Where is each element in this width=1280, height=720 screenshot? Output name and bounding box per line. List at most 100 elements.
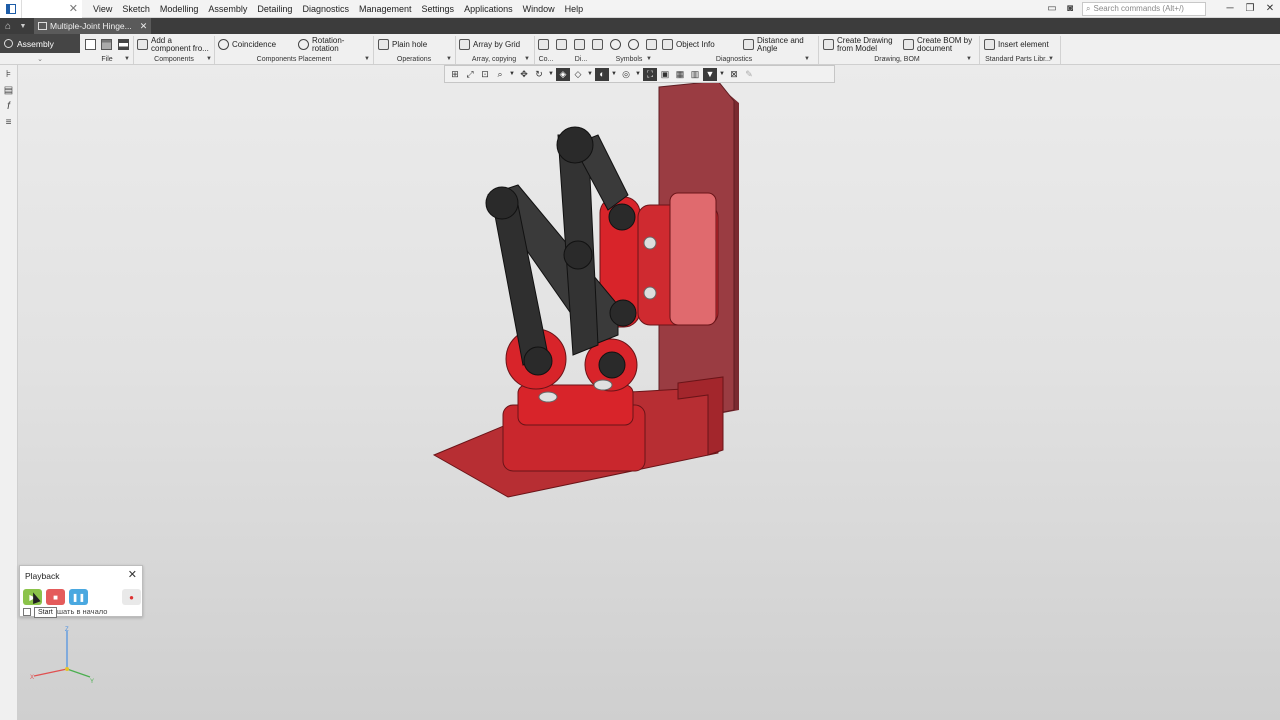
home-icon[interactable]: ⌂: [0, 18, 16, 34]
restore-button[interactable]: ❐: [1240, 0, 1260, 18]
symbol-tool-3[interactable]: [646, 36, 660, 53]
zoom-extents-icon[interactable]: ⤢: [463, 68, 477, 81]
insert-element-button[interactable]: Insert element: [984, 36, 1049, 53]
create-bom-button[interactable]: Create BOM by document: [903, 36, 977, 53]
display-tool-1[interactable]: [574, 36, 588, 53]
array-grid-button[interactable]: Array by Grid: [459, 36, 520, 53]
menu-diagnostics[interactable]: Diagnostics: [297, 0, 354, 18]
group-di[interactable]: Di...: [570, 54, 592, 64]
return-to-start-checkbox[interactable]: [23, 608, 31, 616]
section-icon[interactable]: ⛶: [643, 67, 657, 81]
minimize-button[interactable]: ─: [1220, 0, 1240, 18]
new-doc-button[interactable]: [85, 36, 99, 53]
fit-icon[interactable]: ▣: [658, 68, 672, 81]
chevron-down-icon: ▼: [646, 56, 652, 62]
shaded-view-icon[interactable]: ◈: [556, 67, 570, 81]
group-diagnostics[interactable]: Diagnostics ▼: [656, 54, 812, 64]
group-placement[interactable]: Components Placement ▼: [216, 54, 372, 64]
app-icon: [5, 3, 16, 14]
group-file[interactable]: File ▼: [82, 54, 132, 64]
chevron-down-icon[interactable]: ▼: [718, 68, 726, 81]
filter-icon[interactable]: ▥: [688, 68, 702, 81]
chevron-down-icon[interactable]: ▼: [610, 68, 618, 81]
chevron-down-icon[interactable]: ▼: [634, 68, 642, 81]
3d-viewport[interactable]: [18, 65, 1280, 720]
window-layout-icon[interactable]: ▭: [1044, 2, 1060, 16]
menu-sketch[interactable]: Sketch: [117, 0, 155, 18]
model-tree-icon[interactable]: ⊧: [4, 69, 14, 81]
layers-icon[interactable]: ≡: [4, 117, 14, 129]
expand-chevron-icon[interactable]: ⌄: [0, 53, 80, 65]
symbol-tool-2[interactable]: [628, 36, 642, 53]
display-mode-icon[interactable]: ◐: [595, 67, 609, 81]
object-info-button[interactable]: Object Info: [662, 36, 715, 53]
rotation-rotation-button[interactable]: Rotation-rotation: [298, 36, 358, 53]
plain-hole-button[interactable]: Plain hole: [378, 36, 427, 53]
group-operations[interactable]: Operations ▼: [374, 54, 454, 64]
insert-element-icon: [984, 39, 995, 50]
pencil-icon[interactable]: ✎: [742, 68, 756, 81]
camera-icon[interactable]: ◙: [1062, 2, 1078, 16]
group-symbols[interactable]: Symbols ▼: [604, 54, 654, 64]
pause-icon: ❚❚: [71, 592, 86, 602]
app-logo[interactable]: [0, 0, 22, 18]
save-button[interactable]: [118, 36, 132, 53]
coincidence-button[interactable]: Coincidence: [218, 36, 276, 53]
layers-view-icon[interactable]: ▦: [673, 68, 687, 81]
symbol-tool-1[interactable]: [610, 36, 624, 53]
mode-selector-button[interactable]: Assembly: [0, 34, 80, 53]
window-close-button[interactable]: ✕: [1260, 0, 1280, 18]
close-icon[interactable]: ✕: [69, 2, 78, 15]
tab-close-icon[interactable]: ✕: [140, 21, 148, 32]
view-settings-icon[interactable]: ◎: [619, 68, 633, 81]
display-icon: [574, 39, 585, 50]
chevron-down-icon: ▼: [124, 56, 130, 62]
constraint-tool-1[interactable]: [538, 36, 552, 53]
menu-assembly[interactable]: Assembly: [203, 0, 252, 18]
hinge-model[interactable]: [18, 65, 1280, 720]
add-component-button[interactable]: Add a component fro...: [137, 36, 213, 53]
menu-view[interactable]: View: [88, 0, 117, 18]
open-button[interactable]: [101, 36, 115, 53]
rotate-icon[interactable]: ↻: [532, 68, 546, 81]
ribbon-separator: [818, 36, 819, 64]
playback-title: Playback: [25, 571, 60, 581]
distance-angle-button[interactable]: Distance and Angle: [743, 36, 805, 53]
variables-icon[interactable]: f: [4, 101, 14, 113]
record-button[interactable]: ●: [122, 589, 141, 605]
properties-icon[interactable]: ▤: [4, 85, 14, 97]
playback-close-button[interactable]: ✕: [128, 568, 137, 581]
distance-angle-icon: [743, 39, 754, 50]
menu-settings[interactable]: Settings: [417, 0, 460, 18]
chevron-down-icon[interactable]: ▼: [508, 68, 516, 81]
menu-help[interactable]: Help: [560, 0, 589, 18]
zoom-icon[interactable]: ⌕: [493, 68, 507, 81]
command-search-input[interactable]: ⌕ Search commands (Alt+/): [1082, 1, 1206, 16]
group-std-parts[interactable]: Standard Parts Libr... ▼: [980, 54, 1056, 64]
chevron-down-icon[interactable]: ▼: [547, 68, 555, 81]
group-drawing-bom[interactable]: Drawing, BOM ▼: [820, 54, 974, 64]
display-tool-2[interactable]: [592, 36, 606, 53]
orientation-icon[interactable]: ◇: [571, 68, 585, 81]
pause-button[interactable]: ❚❚: [69, 589, 88, 605]
chevron-down-icon[interactable]: ▼: [16, 23, 30, 30]
group-co[interactable]: Co...: [534, 54, 558, 64]
create-drawing-button[interactable]: Create Drawing from Model: [823, 36, 899, 53]
group-components[interactable]: Components ▼: [134, 54, 214, 64]
zoom-window-icon[interactable]: ⊡: [478, 68, 492, 81]
menu-management[interactable]: Management: [354, 0, 417, 18]
menu-applications[interactable]: Applications: [459, 0, 518, 18]
stop-button[interactable]: ■: [46, 589, 65, 605]
pan-icon[interactable]: ✥: [517, 68, 531, 81]
grid-icon[interactable]: ⊞: [448, 68, 462, 81]
measure-icon[interactable]: ⊠: [727, 68, 741, 81]
selection-filter-icon[interactable]: ▼: [703, 67, 717, 81]
menu-detailing[interactable]: Detailing: [252, 0, 297, 18]
chevron-down-icon[interactable]: ▼: [586, 68, 594, 81]
tab-document[interactable]: Multiple-Joint Hinge... ✕: [34, 18, 152, 34]
menu-window[interactable]: Window: [518, 0, 560, 18]
constraint-tool-2[interactable]: [556, 36, 570, 53]
menu-modelling[interactable]: Modelling: [155, 0, 204, 18]
main-menu: View Sketch Modelling Assembly Detailing…: [88, 0, 588, 18]
group-array[interactable]: Array, copying ▼: [456, 54, 532, 64]
